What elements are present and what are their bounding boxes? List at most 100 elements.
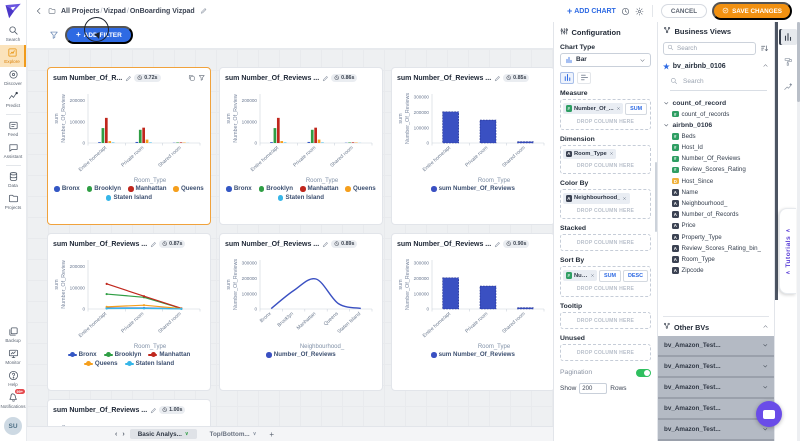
drop-zone[interactable]: #Numbe...SUMDESC DROP COLUMN HERE: [560, 265, 651, 297]
back-button[interactable]: [35, 7, 43, 15]
sort-icon[interactable]: [760, 44, 769, 53]
legend-item[interactable]: Queens: [83, 360, 118, 368]
legend-item[interactable]: Brooklyn: [103, 351, 141, 359]
legend-item[interactable]: sum Number_Of_Reviews: [431, 351, 515, 359]
chart-plot[interactable]: sumNumber_Of_Reviews0100000200000300000E…: [397, 251, 549, 351]
chart-plot[interactable]: sum Number_Of_Review 0 100000 200000 Entire h…: [225, 85, 377, 185]
field-search-input[interactable]: Search: [670, 77, 767, 91]
field-item[interactable]: A Number_of_Records: [672, 211, 769, 218]
sidebar-item-help[interactable]: Help: [0, 368, 26, 390]
breadcrumb-item[interactable]: All Projects: [61, 8, 100, 15]
field-group[interactable]: airbnb_0106: [663, 122, 769, 129]
sidebar-item-discover[interactable]: Discover: [0, 67, 26, 89]
breadcrumb-item[interactable]: Vizpad: [103, 8, 125, 15]
field-group[interactable]: count_of_record: [663, 100, 769, 107]
legend-item[interactable]: Manhattan: [148, 351, 190, 359]
chevron-up-icon[interactable]: [762, 323, 769, 332]
chart-plot-area[interactable]: sum Number_Of_Review 0 100000 200000 Entire h…: [53, 251, 205, 351]
remove-icon[interactable]: [609, 151, 614, 156]
edit-chart-icon[interactable]: [322, 75, 329, 82]
chart-card[interactable]: sum Number_Of_Reviews ... 0.89s sum Number_…: [219, 233, 383, 391]
history-icon[interactable]: [621, 7, 630, 16]
edit-chart-icon[interactable]: [150, 241, 157, 248]
other-bvs-header[interactable]: Other BVs: [663, 316, 769, 336]
field-item[interactable]: # count_of_records: [672, 111, 769, 118]
chevron-up-icon[interactable]: [762, 62, 769, 71]
avatar[interactable]: SU: [4, 417, 22, 435]
drop-zone[interactable]: A Room_Type DROP COLUMN HERE: [560, 144, 651, 174]
edit-title-icon[interactable]: [200, 7, 208, 15]
settings-gear-icon[interactable]: [635, 7, 644, 16]
remove-icon[interactable]: [616, 106, 621, 111]
add-sheet-button[interactable]: +: [269, 430, 274, 439]
legend-item[interactable]: Manhattan: [128, 185, 166, 193]
other-bv-item[interactable]: bv_Amazon_Test...: [658, 378, 774, 399]
chart-plot-area[interactable]: sum Number_Of_Reviews 0 100000 200000 300000 B…: [225, 251, 377, 351]
filter-funnel-icon[interactable]: [49, 30, 59, 40]
settings-gear-icon[interactable]: [635, 7, 644, 16]
legend-item[interactable]: Bronx: [67, 351, 97, 359]
active-business-view[interactable]: ★ bv_airbnb_0106: [663, 62, 769, 71]
sidebar-item-explore[interactable]: Explore: [0, 45, 26, 67]
drop-zone[interactable]: DROP COLUMN HERE: [560, 343, 651, 361]
tabs-prev-button[interactable]: ‹: [115, 431, 117, 438]
star-icon[interactable]: ★: [663, 62, 670, 70]
column-pill[interactable]: # Number_Of_...: [563, 103, 624, 114]
config-tab-button[interactable]: [778, 29, 797, 45]
chart-plot-area[interactable]: sumNumber_Of_Reviews0100000200000300000E…: [397, 251, 549, 351]
back-icon[interactable]: [35, 7, 43, 15]
sheet-tab[interactable]: Basic Analys... ∨: [129, 429, 197, 439]
legend-item[interactable]: Staten Island: [277, 194, 324, 202]
sum-button[interactable]: SUM: [625, 102, 648, 115]
pagination-toggle[interactable]: [636, 368, 651, 377]
save-changes-button[interactable]: SAVE CHANGES: [712, 2, 792, 20]
field-item[interactable]: # Beds: [672, 133, 769, 140]
chevron-up-icon[interactable]: [762, 62, 769, 69]
chart-type-select[interactable]: Bar: [560, 52, 651, 67]
legend-item[interactable]: Bronx: [54, 185, 80, 193]
sort-icon[interactable]: [760, 44, 769, 53]
chart-card[interactable]: sum Number_Of_Reviews ... 0.87s sum Number_…: [47, 233, 211, 391]
tabs-next-button[interactable]: ›: [122, 431, 124, 438]
smart-chart-button[interactable]: [779, 79, 797, 95]
sidebar-item-feed[interactable]: Feed: [0, 118, 26, 140]
legend-item[interactable]: Brooklyn: [86, 185, 121, 193]
legend-item[interactable]: sum Number_Of_Reviews: [431, 185, 515, 193]
field-item[interactable]: A Neighbourhood_: [672, 200, 769, 207]
chart-card[interactable]: sum Number_Of_Reviews ... 0.86s sum Number_…: [219, 67, 383, 225]
cancel-button[interactable]: CANCEL: [660, 4, 708, 18]
edit-title-icon[interactable]: [200, 7, 208, 15]
edit-chart-icon[interactable]: [494, 241, 501, 248]
chart-plot-area[interactable]: sumNumber_Of_Reviews0100000200000300000E…: [53, 417, 205, 426]
chart-plot[interactable]: sumNumber_Of_Reviews0100000200000300000E…: [397, 85, 549, 185]
remove-icon[interactable]: [622, 196, 627, 201]
chart-plot[interactable]: sum Number_Of_Review 0 100000 200000 Entire h…: [53, 85, 205, 185]
filter-funnel-icon[interactable]: [49, 30, 59, 40]
format-paint-button[interactable]: [779, 54, 797, 70]
other-bv-item[interactable]: bv_Amazon_Test...: [658, 420, 774, 441]
field-item[interactable]: A Name: [672, 189, 769, 196]
desc-button[interactable]: DESC: [623, 269, 648, 282]
field-item[interactable]: D Host_Since: [672, 178, 769, 185]
chart-plot-area[interactable]: sum Number_Of_Review 0 100000 200000 Entire h…: [53, 85, 205, 185]
chat-bubble-button[interactable]: [756, 401, 782, 427]
chart-plot[interactable]: sumNumber_Of_Reviews0100000200000300000E…: [53, 417, 205, 426]
legend-item[interactable]: Queens: [345, 185, 376, 193]
drop-zone[interactable]: DROP COLUMN HERE: [560, 311, 651, 329]
chevron-up-icon[interactable]: [762, 323, 769, 330]
sidebar-item-predict[interactable]: Predict: [0, 89, 26, 111]
sidebar-item-backup[interactable]: Backup: [0, 324, 26, 346]
field-item[interactable]: # Host_Id: [672, 144, 769, 151]
sidebar-item-search[interactable]: Search: [0, 23, 26, 45]
legend-item[interactable]: Manhattan: [300, 185, 338, 193]
chart-plot-area[interactable]: sum Number_Of_Review 0 100000 200000 Entire h…: [225, 85, 377, 185]
chart-card[interactable]: sum Number_Of_Reviews ... 0.90s sum Number_…: [391, 233, 553, 391]
chart-filter-icon[interactable]: [198, 74, 206, 82]
other-bv-item[interactable]: bv_Amazon_Test...: [658, 357, 774, 378]
field-item[interactable]: A Review_Scores_Rating_bin_: [672, 245, 769, 252]
sidebar-item-notifications[interactable]: 99+ Notifications: [0, 389, 26, 412]
column-pill[interactable]: A Neighbourhood_: [563, 193, 630, 204]
config-scrollbar[interactable]: [655, 162, 657, 232]
rows-input[interactable]: 200: [579, 383, 608, 394]
field-item[interactable]: # Review_Scores_Rating: [672, 166, 769, 173]
